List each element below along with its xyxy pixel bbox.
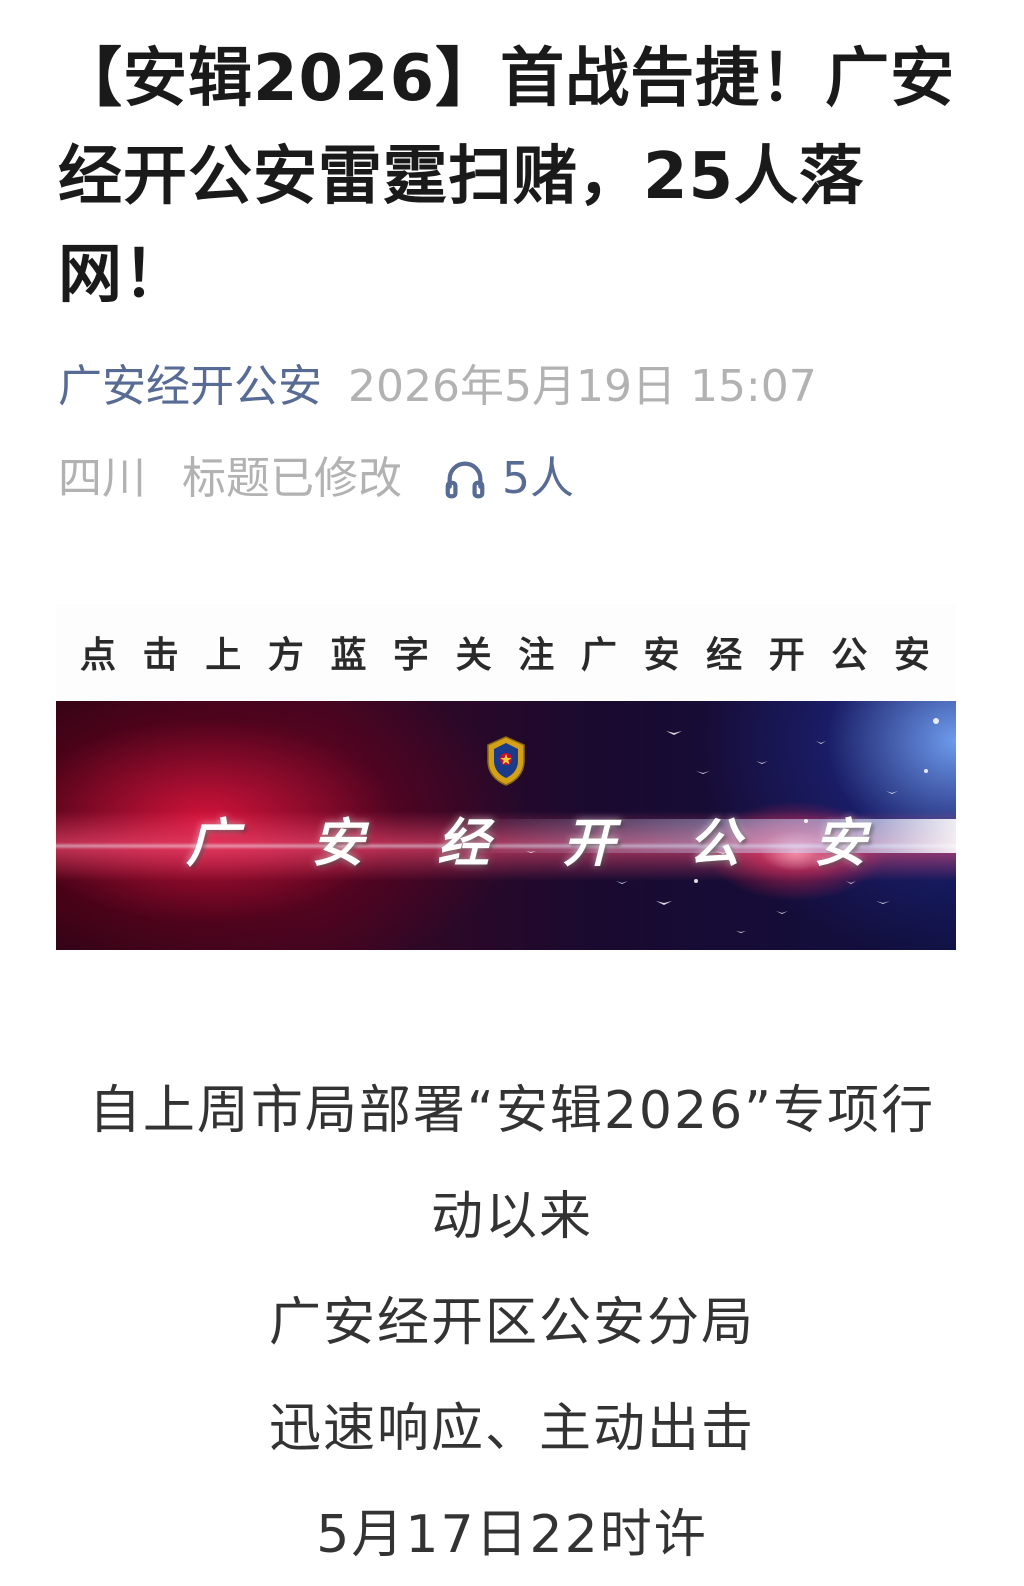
follow-char: 击 [142,634,181,676]
banner-brand-text: 广 安 经 开 公 安 [56,801,956,876]
banner-char: 经 [437,813,490,874]
headphones-icon [445,461,485,499]
follow-char: 蓝 [330,634,369,676]
article-title: 【安辑2026】首战告捷！广安经开公安雷霆扫赌，25人落网！ [58,42,956,312]
banner-char: 广 [186,813,239,874]
follow-prompt-banner: 点 击 上 方 蓝 字 关 注 广 安 经 开 公 安 [56,604,956,700]
banner-char: 安 [813,813,866,874]
article-meta-secondary: 四川 标题已修改 5人 [58,450,978,508]
publish-time: 2026年5月19日 15:07 [348,361,817,412]
brand-banner-image: 广 安 经 开 公 安 [56,701,956,950]
body-paragraph-line: 5月17日22时许 [316,1505,708,1565]
body-paragraph-line: 广安经开区公安分局 [268,1293,755,1353]
follow-char: 经 [706,634,745,676]
follow-char: 点 [80,634,119,676]
banner-char: 公 [688,813,741,874]
region-label: 四川 [58,453,146,504]
article-body: 自上周市局部署“安辑2026”专项行 动以来 广安经开区公安分局 迅速响应、主动… [60,1058,964,1586]
follow-char: 方 [267,634,306,676]
follow-char: 上 [205,634,244,676]
body-paragraph-line: 自上周市局部署“安辑2026”专项行 [88,1081,936,1141]
follow-char: 安 [893,634,932,676]
follow-char: 开 [768,634,807,676]
title-edited-note: 标题已修改 [182,453,402,504]
body-paragraph-line: 动以来 [430,1187,593,1247]
article-meta-primary: 广安经开公安 2026年5月19日 15:07 [58,358,978,416]
account-name-link[interactable]: 广安经开公安 [58,361,322,412]
follow-char: 关 [455,634,494,676]
police-emblem-icon [487,736,525,786]
follow-char: 字 [393,634,432,676]
follow-char: 注 [518,634,557,676]
banner-char: 安 [311,813,364,874]
follow-char: 公 [831,634,870,676]
follow-char: 广 [580,634,619,676]
listen-button[interactable]: 5人 [442,450,574,508]
listen-count: 5人 [502,453,574,504]
banner-char: 开 [562,813,615,874]
follow-char: 安 [643,634,682,676]
body-paragraph-line: 迅速响应、主动出击 [268,1399,755,1459]
